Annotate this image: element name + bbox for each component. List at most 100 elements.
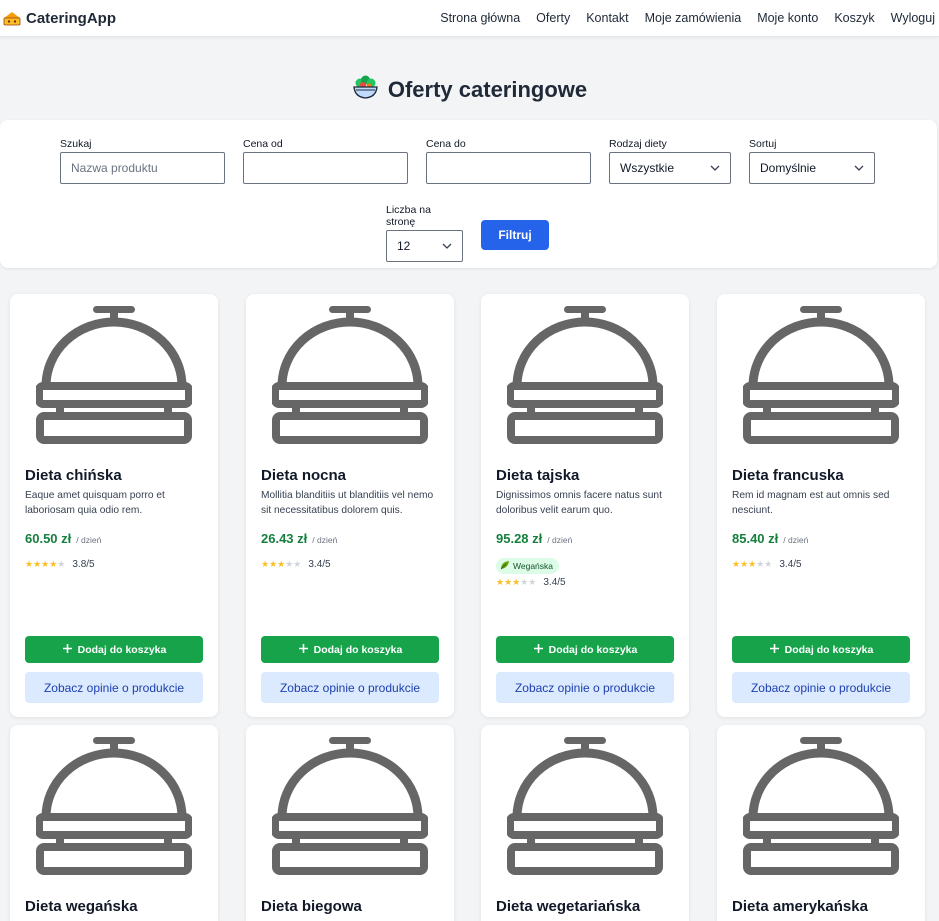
price-from-label: Cena od xyxy=(243,138,283,150)
product-card: Dieta tajska Dignissimos omnis facere na… xyxy=(481,294,689,717)
add-to-cart-label: Dodaj do koszyka xyxy=(313,643,403,656)
service-bell-icon xyxy=(272,733,428,877)
chevron-down-icon xyxy=(710,165,720,171)
product-title: Dieta biegowa xyxy=(261,898,362,915)
nav-home[interactable]: Strona główna xyxy=(440,11,520,25)
diet-badge-label: Wegańska xyxy=(513,561,554,571)
add-to-cart-label: Dodaj do koszyka xyxy=(77,643,167,656)
navbar: CateringApp Strona główna Oferty Kontakt… xyxy=(0,0,939,37)
price-value: 26.43 zł xyxy=(261,531,308,546)
filter-panel: Szukaj Nazwa produktu Cena od Cena do Ro… xyxy=(0,120,937,268)
product-card: Dieta wegetariańska xyxy=(481,725,689,921)
product-rating: ★★★★★ 3.4/5 xyxy=(261,559,331,570)
per-page-select[interactable]: 12 xyxy=(386,230,463,262)
add-to-cart-button[interactable]: Dodaj do koszyka xyxy=(261,636,439,663)
product-card: Dieta wegańska xyxy=(10,725,218,921)
rating-stars: ★★★★★ xyxy=(732,559,773,569)
product-description: Mollitia blanditiis ut blanditiis vel ne… xyxy=(261,490,434,516)
product-price: 85.40 zł / dzień xyxy=(732,531,808,546)
service-bell-icon xyxy=(272,302,428,446)
price-to-input[interactable] xyxy=(426,152,591,184)
plus-icon xyxy=(769,643,780,657)
product-title: Dieta tajska xyxy=(496,467,580,484)
sort-select[interactable]: Domyślnie xyxy=(749,152,875,184)
price-value: 95.28 zł xyxy=(496,531,543,546)
food-cart-icon xyxy=(2,9,22,27)
service-bell-icon xyxy=(743,733,899,877)
sort-field: Sortuj Domyślnie xyxy=(749,138,875,184)
product-title: Dieta wegańska xyxy=(25,898,138,915)
nav-my-account[interactable]: Moje konto xyxy=(757,11,818,25)
brand[interactable]: CateringApp xyxy=(0,9,116,27)
rating-score: 3.8/5 xyxy=(72,559,95,570)
per-page-label: Liczba na stronę xyxy=(386,204,431,228)
price-value: 60.50 zł xyxy=(25,531,72,546)
add-to-cart-button[interactable]: Dodaj do koszyka xyxy=(496,636,674,663)
product-card: Dieta chińska Eaque amet quisquam porro … xyxy=(10,294,218,717)
service-bell-icon xyxy=(743,302,899,446)
price-unit: / dzień xyxy=(783,535,809,545)
main-nav: Strona główna Oferty Kontakt Moje zamówi… xyxy=(440,11,939,25)
view-reviews-button[interactable]: Zobacz opinie o produkcie xyxy=(25,672,203,703)
product-title: Dieta wegetariańska xyxy=(496,898,641,915)
add-to-cart-label: Dodaj do koszyka xyxy=(548,643,638,656)
product-price: 60.50 zł / dzień xyxy=(25,531,101,546)
nav-cart[interactable]: Koszyk xyxy=(834,11,874,25)
nav-logout[interactable]: Wyloguj xyxy=(891,11,935,25)
leaf-icon xyxy=(500,560,510,572)
nav-contact[interactable]: Kontakt xyxy=(586,11,628,25)
per-page-value: 12 xyxy=(397,239,411,253)
salad-bowl-icon xyxy=(352,74,379,105)
diet-type-select[interactable]: Wszystkie xyxy=(609,152,731,184)
chevron-down-icon xyxy=(442,243,452,249)
price-unit: / dzień xyxy=(547,535,573,545)
page-title: Oferty cateringowe xyxy=(387,76,588,102)
sort-value: Domyślnie xyxy=(760,161,817,175)
add-to-cart-button[interactable]: Dodaj do koszyka xyxy=(25,636,203,663)
brand-name: CateringApp xyxy=(26,9,116,27)
product-rating: ★★★★★ 3.8/5 xyxy=(25,559,95,570)
product-card: Dieta biegowa xyxy=(246,725,454,921)
product-title: Dieta nocna xyxy=(261,467,347,484)
nav-my-orders[interactable]: Moje zamówienia xyxy=(645,11,742,25)
price-unit: / dzień xyxy=(76,535,102,545)
product-rating: ★★★★★ 3.4/5 xyxy=(496,577,566,588)
service-bell-icon xyxy=(507,302,663,446)
view-reviews-button[interactable]: Zobacz opinie o produkcie xyxy=(496,672,674,703)
product-card: Dieta francuska Rem id magnam est aut om… xyxy=(717,294,925,717)
price-unit: / dzień xyxy=(312,535,338,545)
search-input[interactable]: Nazwa produktu xyxy=(60,152,225,184)
product-title: Dieta chińska xyxy=(25,467,122,484)
diet-badge: Wegańska xyxy=(496,558,560,574)
sort-label: Sortuj xyxy=(749,138,777,150)
price-from-input[interactable] xyxy=(243,152,408,184)
search-field: Szukaj Nazwa produktu xyxy=(60,138,225,184)
price-from-field: Cena od xyxy=(243,138,408,184)
product-card: Dieta amerykańska xyxy=(717,725,925,921)
page-header: Oferty cateringowe xyxy=(0,74,939,105)
rating-score: 3.4/5 xyxy=(779,559,802,570)
product-price: 95.28 zł / dzień xyxy=(496,531,572,546)
rating-stars: ★★★★★ xyxy=(496,577,537,587)
plus-icon xyxy=(533,643,544,657)
product-description: Eaque amet quisquam porro et laboriosam … xyxy=(25,490,165,516)
chevron-down-icon xyxy=(854,165,864,171)
plus-icon xyxy=(298,643,309,657)
add-to-cart-button[interactable]: Dodaj do koszyka xyxy=(732,636,910,663)
service-bell-icon xyxy=(507,733,663,877)
plus-icon xyxy=(62,643,73,657)
nav-offers[interactable]: Oferty xyxy=(536,11,570,25)
view-reviews-button[interactable]: Zobacz opinie o produkcie xyxy=(732,672,910,703)
rating-score: 3.4/5 xyxy=(308,559,331,570)
per-page-field: Liczba na stronę 12 xyxy=(386,204,463,262)
filter-button[interactable]: Filtruj xyxy=(481,220,549,250)
price-value: 85.40 zł xyxy=(732,531,779,546)
product-description: Dignissimos omnis facere natus sunt dolo… xyxy=(496,490,662,516)
diet-type-label: Rodzaj diety xyxy=(609,138,667,150)
diet-type-field: Rodzaj diety Wszystkie xyxy=(609,138,731,184)
view-reviews-button[interactable]: Zobacz opinie o produkcie xyxy=(261,672,439,703)
rating-stars: ★★★★★ xyxy=(25,559,66,569)
service-bell-icon xyxy=(36,302,192,446)
rating-stars: ★★★★★ xyxy=(261,559,302,569)
product-price: 26.43 zł / dzień xyxy=(261,531,337,546)
